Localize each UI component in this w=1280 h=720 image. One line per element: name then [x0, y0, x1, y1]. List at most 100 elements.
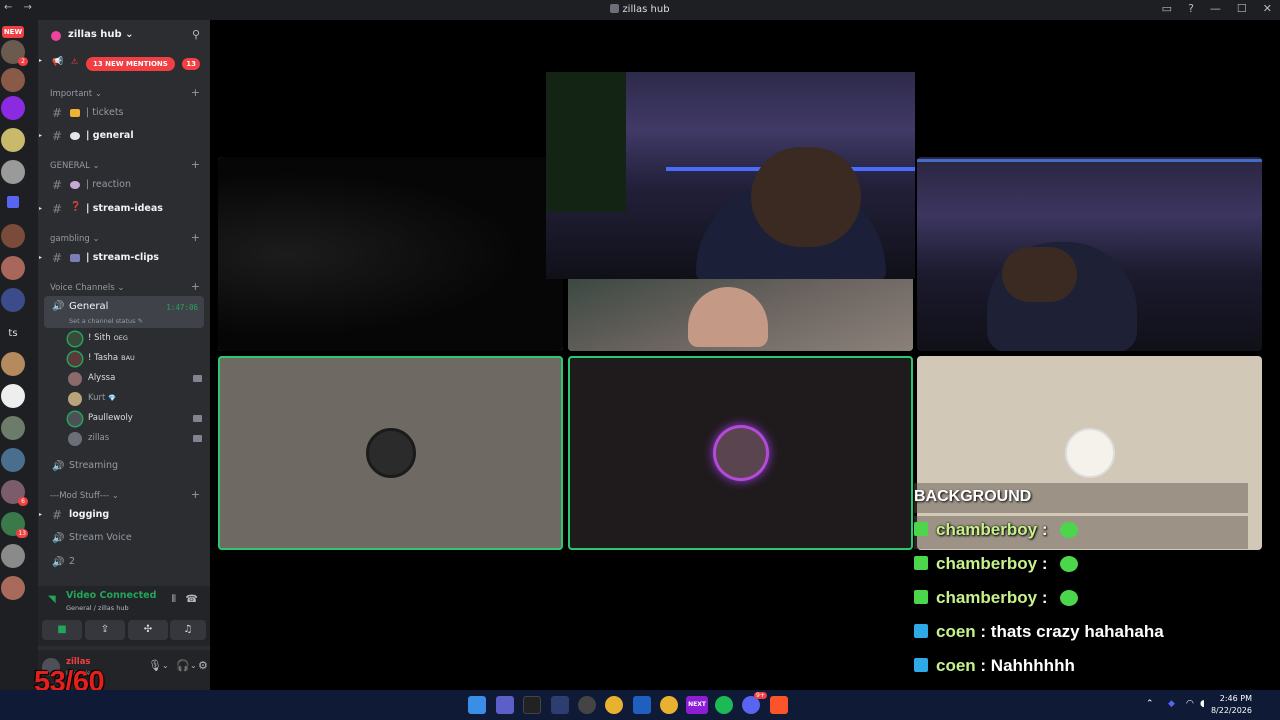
focused-stream[interactable]	[546, 72, 915, 279]
tray-app-icon[interactable]: ◆	[1168, 699, 1175, 709]
channel-stream-ideas[interactable]: ▸ # ❓ | stream-ideas	[38, 199, 210, 219]
video-tile[interactable]	[218, 356, 563, 550]
voice-channel-general[interactable]: 🔊 General 1:47:06 Set a channel status ✎	[44, 296, 204, 328]
new-mentions-pill[interactable]: 13 NEW MENTIONS	[86, 57, 175, 71]
camera-icon	[193, 415, 202, 422]
channel-2[interactable]: 🔊 2	[38, 552, 210, 572]
voice-user[interactable]: Alyssa	[38, 370, 210, 388]
app-icon[interactable]	[551, 696, 569, 714]
spotify-icon[interactable]	[715, 696, 733, 714]
server-icon[interactable]	[1, 288, 25, 312]
voice-user[interactable]: Paullewoly	[38, 410, 210, 428]
server-icon[interactable]	[1, 448, 25, 472]
server-icon[interactable]: 6	[1, 480, 28, 506]
invite-icon[interactable]: ⚲	[192, 28, 200, 41]
close-button[interactable]: ✕	[1263, 2, 1272, 15]
server-icon[interactable]	[1, 224, 25, 248]
category-general[interactable]: GENERAL ⌄	[50, 161, 100, 171]
chrome-icon[interactable]	[605, 696, 623, 714]
apps-icon[interactable]	[496, 696, 514, 714]
add-channel-icon[interactable]: +	[191, 280, 200, 293]
add-channel-icon[interactable]: +	[191, 488, 200, 501]
chat-nick: chamberboy	[936, 588, 1038, 607]
emote-icon	[1060, 556, 1079, 572]
chat-nick: chamberboy	[936, 520, 1038, 539]
server-icon[interactable]: 2	[1, 40, 28, 66]
noise-suppression-icon[interactable]: ⦀	[172, 594, 176, 605]
video-tile[interactable]	[218, 157, 563, 351]
voice-user[interactable]: zillas	[38, 430, 210, 448]
voice-connected-subtitle[interactable]: General / zillas hub	[66, 604, 129, 612]
channel-reaction[interactable]: # | reaction	[38, 175, 210, 195]
chrome-icon[interactable]	[660, 696, 678, 714]
minimize-button[interactable]: —	[1210, 2, 1221, 15]
screen-share-button[interactable]: ⇪	[85, 620, 125, 640]
add-channel-icon[interactable]: +	[191, 231, 200, 244]
app-icon[interactable]	[578, 696, 596, 714]
category-important[interactable]: Important ⌄	[50, 89, 102, 99]
voice-user[interactable]: ! Tasha BAU	[38, 350, 210, 368]
channel-stream-clips[interactable]: ▸ # | stream-clips	[38, 248, 210, 268]
unread-indicator-icon: ▸	[39, 205, 43, 212]
clip-emoji-icon	[70, 254, 80, 262]
channel-general[interactable]: ▸ # | general	[38, 126, 210, 146]
wifi-icon[interactable]: ◠	[1186, 699, 1194, 709]
activities-button[interactable]: ✣	[128, 620, 168, 640]
gear-icon[interactable]: ⚙	[198, 659, 208, 672]
channel-status-prompt[interactable]: Set a channel status ✎	[69, 317, 143, 325]
chat-message: chamberboy :	[914, 554, 1274, 582]
disconnect-icon[interactable]: ☎	[186, 594, 198, 605]
server-icon[interactable]	[1, 576, 25, 600]
server-icon[interactable]	[1, 68, 25, 92]
channel-stream-voice[interactable]: 🔊 Stream Voice	[38, 528, 210, 548]
server-icon[interactable]	[1, 256, 25, 280]
folder-icon[interactable]	[7, 196, 19, 208]
help-icon[interactable]: ?	[1188, 2, 1194, 15]
new-mentions-row[interactable]: ▸ 📢 ⚠ 13 NEW MENTIONS 13	[38, 56, 210, 72]
server-icon[interactable]	[1, 416, 25, 440]
soundboard-button[interactable]: ♫	[170, 620, 206, 640]
app-icon[interactable]	[633, 696, 651, 714]
maximize-button[interactable]: ☐	[1237, 2, 1247, 15]
eye-server-icon[interactable]	[1, 96, 25, 120]
category-voice[interactable]: Voice Channels ⌄	[50, 283, 124, 293]
voice-user[interactable]: Kurt 💎	[38, 390, 210, 408]
volume-icon[interactable]: ◖	[1200, 699, 1205, 709]
chevron-down-icon[interactable]: ⌄	[190, 661, 197, 670]
video-tile[interactable]	[568, 356, 913, 550]
video-tile[interactable]	[917, 157, 1262, 351]
start-icon[interactable]	[468, 696, 486, 714]
channel-streaming[interactable]: 🔊 Streaming	[38, 456, 210, 476]
inbox-icon[interactable]: ▭	[1162, 2, 1172, 15]
text-server[interactable]: ts	[1, 322, 25, 346]
speaker-icon: 🔊	[52, 461, 65, 472]
server-icon[interactable]	[1, 544, 25, 568]
server-icon[interactable]	[1, 384, 25, 408]
chevron-up-icon[interactable]: ⌃	[1146, 699, 1154, 709]
channel-logging[interactable]: ▸ # logging	[38, 505, 210, 525]
clock[interactable]: 2:46 PM 8/22/2026	[1211, 693, 1252, 717]
channel-tickets[interactable]: # | tickets	[38, 103, 210, 123]
next-app-icon[interactable]: NEXT	[686, 696, 708, 714]
server-icon[interactable]: 13	[1, 512, 28, 538]
voice-user-name: Kurt 💎	[88, 393, 117, 403]
cat-server-icon[interactable]	[1, 160, 25, 184]
category-mod-stuff[interactable]: ---Mod Stuff--- ⌄	[50, 491, 119, 501]
headset-icon[interactable]: 🎧	[176, 659, 190, 672]
add-channel-icon[interactable]: +	[191, 158, 200, 171]
voice-user[interactable]: ! Sith OEG	[38, 330, 210, 348]
server-header[interactable]: zillas hub ⌄ ⚲	[38, 20, 210, 52]
camera-button[interactable]: ■	[42, 620, 82, 640]
chevron-down-icon[interactable]: ⌄	[162, 661, 169, 670]
chat-separator: :	[1037, 554, 1053, 573]
app-icon[interactable]	[523, 696, 541, 714]
server-icon[interactable]	[1, 128, 25, 152]
category-gambling[interactable]: gambling ⌄	[50, 234, 100, 244]
taskbar: NEXT 9+ ⌃ ◆ ◠ ◖ 2:46 PM 8/22/2026	[0, 690, 1280, 720]
server-icon[interactable]	[1, 352, 25, 376]
mic-icon[interactable]: 🎙	[148, 659, 162, 672]
add-channel-icon[interactable]: +	[191, 86, 200, 99]
chat-separator: :	[1037, 520, 1053, 539]
hash-icon: #	[52, 106, 63, 120]
brave-icon[interactable]	[770, 696, 788, 714]
